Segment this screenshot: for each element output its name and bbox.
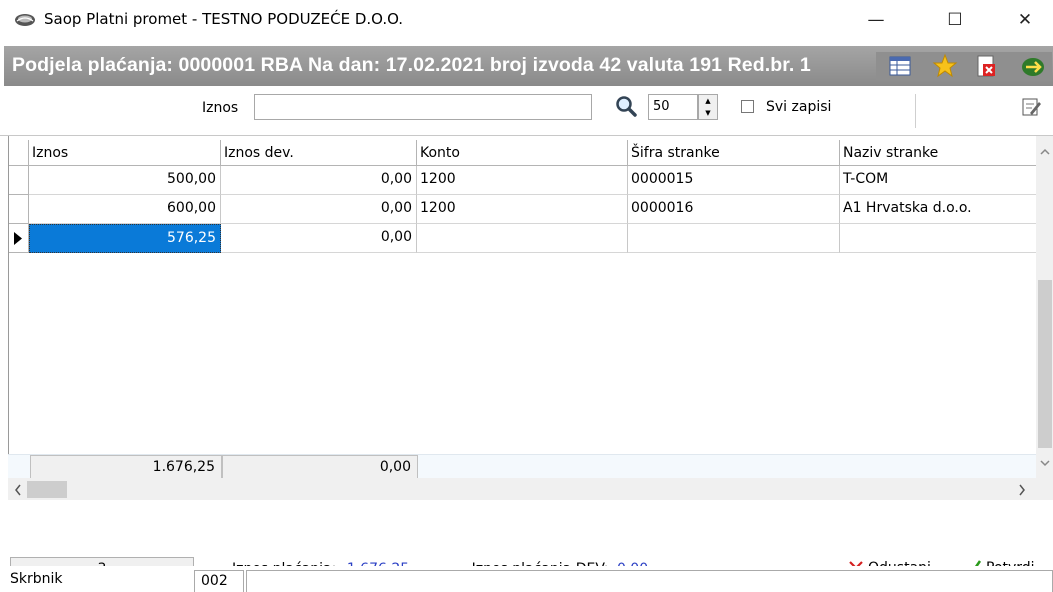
row-indicator-header xyxy=(9,140,29,166)
star-icon[interactable] xyxy=(932,53,958,79)
minimize-button[interactable]: — xyxy=(848,0,904,40)
search-icon[interactable] xyxy=(614,94,638,118)
total-amount: 1.676,25 xyxy=(30,455,222,479)
table-cell-amount[interactable]: 500,00 xyxy=(29,166,221,195)
total-amount-foreign: 0,00 xyxy=(222,455,418,479)
amount-filter-input[interactable] xyxy=(254,94,592,120)
column-header-amount-foreign[interactable]: Iznos dev. xyxy=(221,140,417,166)
payment-split-grid[interactable]: Iznos Iznos dev. Konto Šifra stranke Naz… xyxy=(8,136,1037,478)
column-header-account[interactable]: Konto xyxy=(417,140,628,166)
column-header-partner-code[interactable]: Šifra stranke xyxy=(628,140,840,166)
banner-title: Podjela plaćanja: 0000001 RBA Na dan: 17… xyxy=(12,54,811,76)
window-title: Saop Platni promet - TESTNO PODUZEĆE D.O… xyxy=(44,10,404,28)
close-button[interactable]: ✕ xyxy=(997,0,1053,40)
row-indicator-current[interactable] xyxy=(9,224,29,253)
table-cell-amount-foreign[interactable]: 0,00 xyxy=(221,195,417,224)
scroll-up-icon[interactable] xyxy=(1040,148,1050,156)
record-limit-stepper[interactable]: ▲ ▼ xyxy=(698,94,718,120)
table-cell-account[interactable] xyxy=(417,224,628,253)
scroll-right-icon[interactable] xyxy=(1018,484,1026,496)
toolbar-divider xyxy=(915,94,916,128)
table-cell-partner-name[interactable] xyxy=(840,224,1037,253)
status-bar: Skrbnik 002 xyxy=(0,566,1053,592)
delete-icon[interactable] xyxy=(974,54,998,78)
table-cell-partner-name[interactable]: A1 Hrvatska d.o.o. xyxy=(840,195,1037,224)
column-header-amount[interactable]: Iznos xyxy=(29,140,221,166)
column-header-partner-name[interactable]: Naziv stranke xyxy=(840,140,1037,166)
scroll-down-icon[interactable] xyxy=(1040,459,1050,467)
status-panel xyxy=(246,570,1053,592)
filter-toolbar: Iznos 50 ▲ ▼ Svi zapisi xyxy=(0,86,1053,136)
vertical-scroll-thumb[interactable] xyxy=(1038,280,1052,448)
app-logo-icon xyxy=(15,14,35,26)
exit-icon[interactable] xyxy=(1020,53,1046,79)
row-indicator[interactable] xyxy=(9,166,29,195)
table-cell-amount[interactable]: 600,00 xyxy=(29,195,221,224)
table-cell-account[interactable]: 1200 xyxy=(417,166,628,195)
maximize-button[interactable]: ☐ xyxy=(927,0,983,40)
table-cell-partner-code[interactable]: 0000015 xyxy=(628,166,840,195)
table-cell-partner-name[interactable]: T-COM xyxy=(840,166,1037,195)
record-limit-input[interactable]: 50 xyxy=(648,94,698,120)
totals-row: 1.676,25 0,00 xyxy=(8,454,1036,479)
all-records-label: Svi zapisi xyxy=(766,99,832,115)
status-user: Skrbnik xyxy=(10,571,63,587)
horizontal-scrollbar[interactable] xyxy=(8,478,1053,500)
table-cell-amount-foreign[interactable]: 0,00 xyxy=(221,224,417,253)
table-cell-account[interactable]: 1200 xyxy=(417,195,628,224)
amount-filter-label: Iznos xyxy=(202,100,239,116)
table-cell-partner-code[interactable]: 0000016 xyxy=(628,195,840,224)
all-records-checkbox[interactable] xyxy=(741,100,754,113)
payment-split-banner: Podjela plaćanja: 0000001 RBA Na dan: 17… xyxy=(4,46,1053,86)
current-row-pointer-icon xyxy=(14,232,22,245)
edit-icon[interactable] xyxy=(1020,96,1042,118)
grid-icon[interactable] xyxy=(888,54,912,78)
status-code: 002 xyxy=(194,570,244,592)
title-bar: Saop Platni promet - TESTNO PODUZEĆE D.O… xyxy=(0,0,1053,40)
table-cell-amount-foreign[interactable]: 0,00 xyxy=(221,166,417,195)
horizontal-scroll-thumb[interactable] xyxy=(27,481,67,498)
scroll-left-icon[interactable] xyxy=(14,484,22,496)
table-cell-amount-selected[interactable]: 576,25 xyxy=(29,224,221,253)
table-cell-partner-code[interactable] xyxy=(628,224,840,253)
row-indicator[interactable] xyxy=(9,195,29,224)
